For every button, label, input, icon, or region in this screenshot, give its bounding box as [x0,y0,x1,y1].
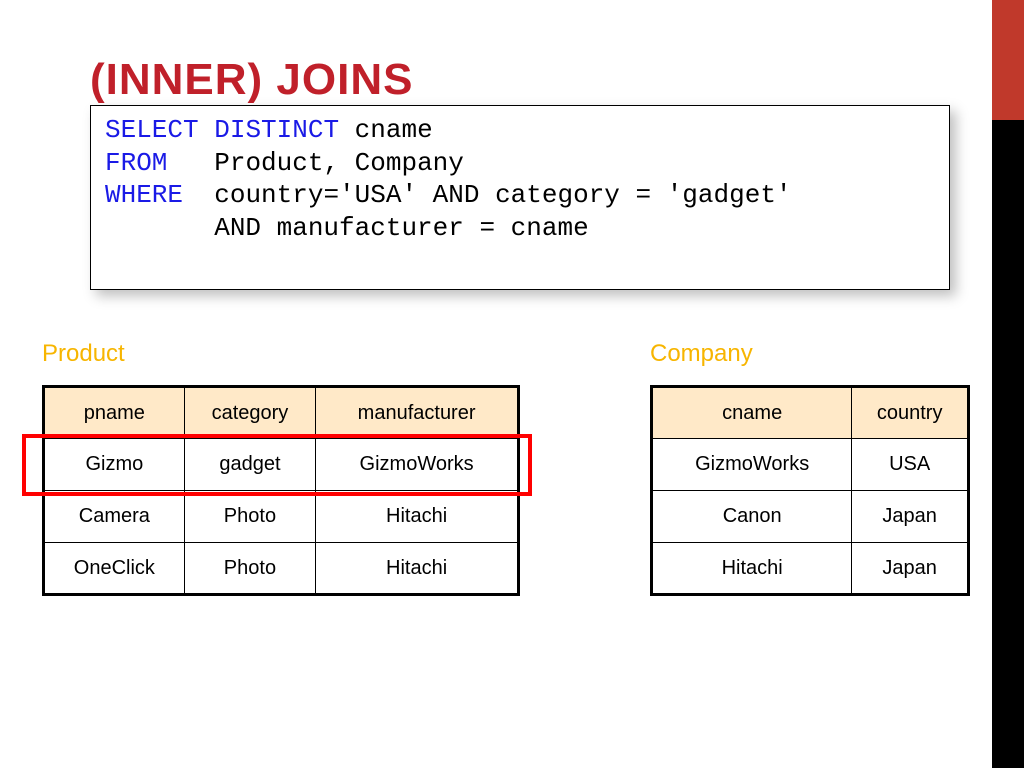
side-stripe-black [992,120,1024,768]
cell: Hitachi [316,543,519,595]
cell: Canon [652,491,852,543]
company-label: Company [650,340,753,368]
col-manufacturer: manufacturer [316,387,519,439]
table-row: Gizmo gadget GizmoWorks [44,439,519,491]
kw-from: FROM [105,148,167,178]
sql-cond1: country='USA' AND category = 'gadget' [214,180,791,210]
sql-tables: Product, Company [214,148,464,178]
sql-cond2: AND manufacturer = cname [214,213,588,243]
kw-distinct: DISTINCT [214,115,339,145]
table-row: Canon Japan [652,491,969,543]
cell: GizmoWorks [316,439,519,491]
sql-pad1 [167,148,214,178]
col-cname: cname [652,387,852,439]
cell: Camera [44,491,185,543]
cell: Hitachi [652,543,852,595]
col-pname: pname [44,387,185,439]
cell: Hitachi [316,491,519,543]
cell: GizmoWorks [652,439,852,491]
table-header-row: pname category manufacturer [44,387,519,439]
sql-pad3 [105,213,214,243]
cell: Japan [852,543,969,595]
cell: Gizmo [44,439,185,491]
cell: USA [852,439,969,491]
product-table: pname category manufacturer Gizmo gadget… [42,385,520,596]
side-stripe-red [992,0,1024,120]
table-header-row: cname country [652,387,969,439]
table-row: GizmoWorks USA [652,439,969,491]
cell: Photo [184,491,316,543]
sql-code-box: SELECT DISTINCT cname FROM Product, Comp… [90,105,950,290]
table-row: Camera Photo Hitachi [44,491,519,543]
cell: gadget [184,439,316,491]
sql-pad2 [183,180,214,210]
kw-where: WHERE [105,180,183,210]
table-row: Hitachi Japan [652,543,969,595]
slide-title: (INNER) JOINS [90,55,413,105]
cell: OneClick [44,543,185,595]
sql-cols: cname [339,115,433,145]
cell: Japan [852,491,969,543]
company-table: cname country GizmoWorks USA Canon Japan… [650,385,970,596]
table-row: OneClick Photo Hitachi [44,543,519,595]
product-label: Product [42,340,125,368]
kw-select: SELECT [105,115,199,145]
col-category: category [184,387,316,439]
cell: Photo [184,543,316,595]
col-country: country [852,387,969,439]
